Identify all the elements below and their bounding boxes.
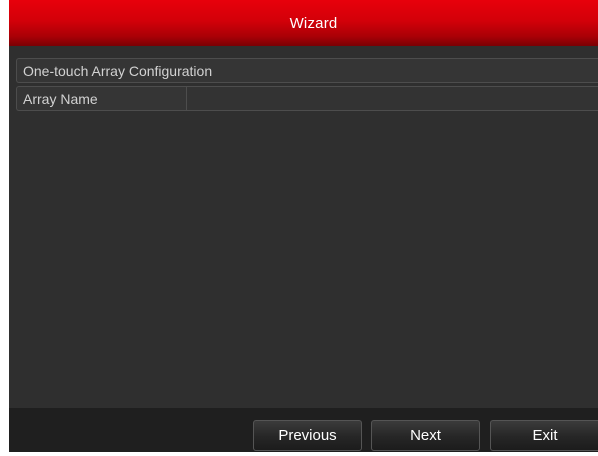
previous-button[interactable]: Previous — [253, 420, 362, 451]
title-bar: Wizard — [9, 0, 598, 46]
exit-button[interactable]: Exit — [490, 420, 598, 451]
footer-bar: Previous Next Exit — [9, 408, 598, 452]
wizard-window: Wizard One-touch Array Configuration Arr… — [9, 0, 598, 452]
array-name-label: Array Name — [17, 87, 187, 110]
window-title: Wizard — [289, 14, 338, 32]
next-button[interactable]: Next — [371, 420, 480, 451]
one-touch-array-configuration-row[interactable]: One-touch Array Configuration — [16, 58, 598, 83]
array-name-row: Array Name — [16, 86, 598, 111]
content-panel: One-touch Array Configuration Array Name — [9, 46, 598, 408]
array-name-field[interactable] — [187, 87, 598, 110]
one-touch-array-configuration-label: One-touch Array Configuration — [23, 62, 213, 79]
